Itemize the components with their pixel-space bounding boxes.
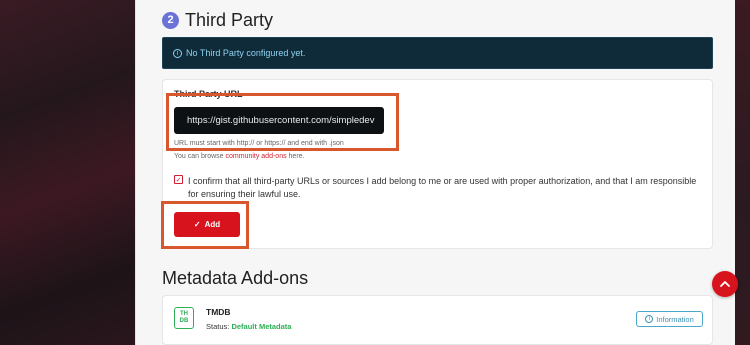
url-label: Third Party URL bbox=[174, 89, 243, 99]
browse-prefix: You can browse bbox=[174, 153, 226, 160]
addon-name: TMDB bbox=[206, 307, 231, 317]
section-header: 2 Third Party bbox=[162, 8, 273, 32]
add-button[interactable]: ✓ Add bbox=[174, 212, 240, 237]
section-title: Third Party bbox=[185, 9, 274, 30]
background-right bbox=[735, 0, 750, 345]
status-label: Status: bbox=[206, 322, 230, 331]
info-circle-icon: i bbox=[173, 48, 182, 58]
status-value: Default Metadata bbox=[231, 322, 292, 331]
background-left bbox=[0, 0, 135, 345]
addon-card-tmdb bbox=[162, 295, 713, 345]
browse-text: You can browse community add-ons here. bbox=[174, 153, 305, 160]
tmdb-logo: TH DB bbox=[174, 307, 194, 329]
addon-status: Status: Default Metadata bbox=[206, 322, 291, 331]
third-party-url-input[interactable]: https://gist.githubusercontent.com/simpl… bbox=[174, 107, 384, 134]
alert-text: No Third Party configured yet. bbox=[186, 48, 306, 58]
confirm-checkbox[interactable]: ✓ bbox=[174, 175, 183, 184]
metadata-title: Metadata Add-ons bbox=[162, 268, 309, 288]
third-party-form-card bbox=[162, 79, 713, 249]
community-addons-link[interactable]: community add-ons bbox=[226, 153, 287, 160]
logo-line-1: TH bbox=[180, 311, 188, 317]
info-circle-icon: i bbox=[645, 315, 654, 323]
add-button-label: Add bbox=[204, 220, 221, 229]
logo-line-2: DB bbox=[179, 318, 189, 324]
chevron-up-icon bbox=[720, 281, 730, 287]
empty-alert: i No Third Party configured yet. bbox=[162, 37, 713, 69]
information-button[interactable]: i Information bbox=[636, 311, 703, 327]
check-icon: ✓ bbox=[193, 220, 201, 229]
url-hint: URL must start with http:// or https:// … bbox=[174, 140, 344, 147]
step-badge: 2 bbox=[162, 11, 179, 29]
browse-suffix: here. bbox=[286, 153, 305, 160]
information-label: Information bbox=[656, 314, 694, 324]
check-icon: ✓ bbox=[175, 176, 182, 184]
confirm-text: I confirm that all third-party URLs or s… bbox=[188, 176, 697, 199]
scroll-to-top-button[interactable] bbox=[712, 271, 738, 297]
